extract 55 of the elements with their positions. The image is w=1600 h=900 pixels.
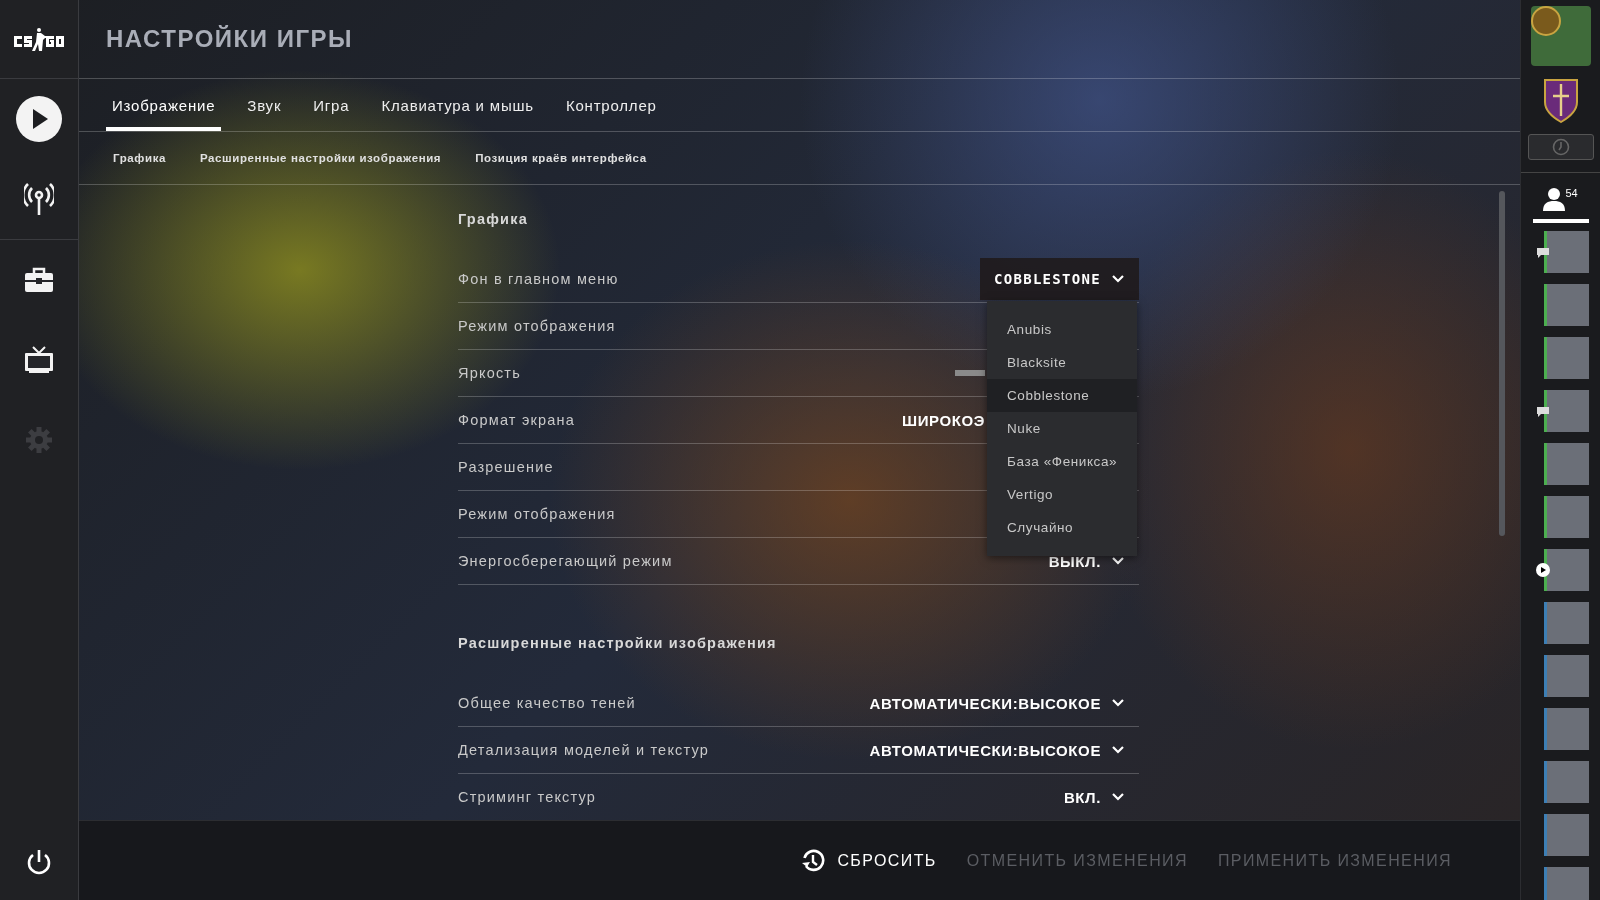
play-icon[interactable] — [16, 96, 62, 142]
tab[interactable]: Игра — [307, 79, 356, 131]
logo-drawing — [12, 27, 66, 51]
antenna-icon[interactable] — [24, 182, 54, 216]
setting-label: Формат экрана — [458, 412, 576, 428]
person-icon — [1543, 187, 1566, 211]
subtab-link[interactable]: Графика — [113, 152, 166, 164]
clock-icon — [1551, 138, 1570, 156]
chevron-down-icon — [1111, 792, 1125, 802]
scrollbar-thumb[interactable] — [1499, 191, 1505, 536]
tv-icon[interactable] — [24, 346, 54, 374]
menu-item[interactable]: Anubis — [987, 313, 1137, 346]
setting-label: Разрешение — [458, 459, 554, 475]
page-title: НАСТРОЙКИ ИГРЫ — [106, 25, 353, 53]
tab[interactable]: Звук — [241, 79, 288, 131]
briefcase-icon[interactable] — [24, 267, 54, 293]
dropdown[interactable]: COBBLESTONE — [979, 258, 1139, 300]
menu-item[interactable]: Blacksite — [987, 346, 1137, 379]
setting-label: Яркость — [458, 365, 521, 381]
rank-coin-icon — [1530, 6, 1561, 36]
setting-label: Режим отображения — [458, 506, 616, 522]
setting-label: Стриминг текстур — [458, 789, 597, 805]
setting-label: Детализация моделей и текстур — [458, 742, 710, 758]
dropdown[interactable]: АВТОМАТИЧЕСКИ:ВЫСОКОЕ — [855, 729, 1139, 771]
dropdown[interactable]: ВКЛ. — [1049, 776, 1139, 818]
subtab-link[interactable]: Расширенные настройки изображения — [200, 152, 442, 164]
history-icon — [801, 848, 826, 873]
chevron-down-icon — [1111, 556, 1125, 566]
footer-button[interactable]: СБРОСИТЬ — [801, 848, 937, 873]
chevron-down-icon — [1111, 274, 1125, 284]
chevron-down-icon — [1111, 745, 1125, 755]
menu-item[interactable]: База «Феникса» — [987, 445, 1137, 478]
friends-count: 54 — [1565, 187, 1578, 199]
setting-label: Фон в главном меню — [458, 271, 619, 287]
chevron-down-icon — [1111, 698, 1125, 708]
menu-item[interactable]: Vertigo — [987, 478, 1137, 511]
slider-track[interactable] — [955, 370, 985, 376]
tab[interactable]: Контроллер — [559, 79, 663, 131]
clock-button[interactable] — [1527, 134, 1594, 160]
chat-bubble-icon — [1536, 247, 1550, 259]
tab[interactable]: Изображение — [106, 79, 222, 131]
friends-tab[interactable]: 54 — [1532, 187, 1589, 223]
power-icon[interactable] — [26, 848, 52, 877]
chat-bubble-icon — [1536, 406, 1550, 418]
menu-item[interactable]: Cobblestone — [987, 379, 1137, 412]
setting-label: Энергосберегающий режим — [458, 553, 673, 569]
subtab-link[interactable]: Позиция краёв интерфейса — [475, 152, 647, 164]
tab[interactable]: Клавиатура и мышь — [375, 79, 540, 131]
setting-label: Режим отображения — [458, 318, 616, 334]
section-heading: Графика — [458, 211, 529, 229]
section-heading: Расширенные настройки изображения — [458, 635, 778, 653]
avatar-placeholder[interactable] — [1530, 6, 1591, 66]
play-icon — [1536, 563, 1550, 577]
dropdown[interactable]: АВТОМАТИЧЕСКИ:ВЫСОКОЕ — [855, 682, 1139, 724]
setting-label: Общее качество теней — [458, 695, 636, 711]
